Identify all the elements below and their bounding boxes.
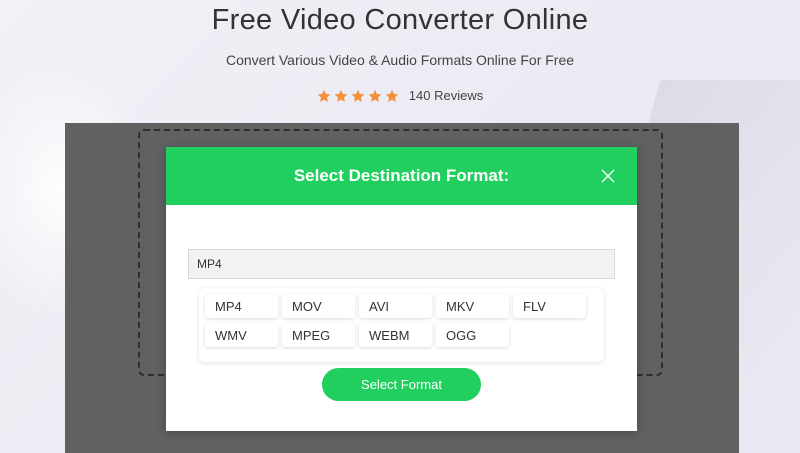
star-icon (317, 89, 331, 102)
format-option-wmv[interactable]: WMV (205, 323, 278, 347)
dialog-header: Select Destination Format: (166, 147, 637, 205)
format-option-mp4[interactable]: MP4 (205, 294, 278, 318)
format-options-grid: MP4 MOV AVI MKV FLV WMV MPEG WEBM OGG (205, 294, 586, 347)
select-format-button[interactable]: Select Format (322, 368, 481, 401)
star-icon (351, 89, 365, 102)
page-title: Free Video Converter Online (211, 4, 589, 36)
format-option-flv[interactable]: FLV (513, 294, 586, 318)
format-option-mkv[interactable]: MKV (436, 294, 509, 318)
format-option-webm[interactable]: WEBM (359, 323, 432, 347)
page-subtitle: Convert Various Video & Audio Formats On… (225, 52, 575, 68)
format-option-mpeg[interactable]: MPEG (282, 323, 355, 347)
star-icon (334, 89, 348, 102)
dialog-title: Select Destination Format: (293, 166, 510, 185)
reviews-count: 140 Reviews (408, 88, 484, 103)
format-dialog: Select Destination Format: MP4MOVAVIMKVF… (166, 147, 637, 431)
star-icon (368, 89, 382, 102)
rating-row: 140 Reviews (0, 88, 800, 103)
format-options-panel: MP4 MOV AVI MKV FLV WMV MPEG WEBM OGG (199, 288, 604, 362)
format-search-input[interactable] (188, 249, 615, 279)
star-rating (317, 89, 399, 103)
format-option-ogg[interactable]: OGG (436, 323, 509, 347)
close-icon[interactable] (601, 169, 615, 183)
star-icon (385, 89, 399, 102)
format-option-mov[interactable]: MOV (282, 294, 355, 318)
format-option-avi[interactable]: AVI (359, 294, 432, 318)
